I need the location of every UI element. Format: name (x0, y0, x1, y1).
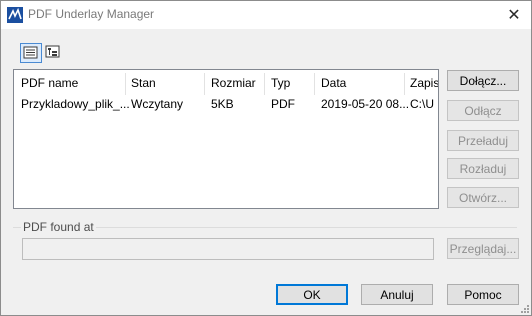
column-header-name[interactable]: PDF name (21, 76, 78, 90)
cell-size: 5KB (211, 97, 234, 111)
detach-button[interactable]: Odłącz (447, 100, 519, 121)
table-row[interactable]: Przykladowy_plik_... Wczytany 5KB PDF 20… (14, 94, 438, 114)
help-button[interactable]: Pomoc (447, 284, 519, 305)
cell-date: 2019-05-20 08... (321, 97, 410, 111)
found-at-field (22, 238, 434, 260)
column-header-status[interactable]: Stan (131, 76, 156, 90)
column-header-saved-path[interactable]: Zapis (410, 76, 438, 90)
cell-saved-path: C:\U (410, 97, 434, 111)
title-bar: PDF Underlay Manager ✕ (1, 1, 531, 29)
column-header-row: PDF name Stan Rozmiar Typ Data Zapis (14, 73, 438, 95)
tree-view-icon (45, 45, 60, 58)
list-view-icon (23, 46, 38, 59)
app-icon (7, 7, 23, 23)
column-header-type[interactable]: Typ (271, 76, 290, 90)
cell-name: Przykladowy_plik_... (21, 97, 130, 111)
browse-button[interactable]: Przeglądaj... (447, 238, 519, 259)
resize-grip-icon[interactable] (519, 303, 529, 313)
cell-status: Wczytany (131, 97, 184, 111)
cell-type: PDF (271, 97, 295, 111)
close-icon[interactable]: ✕ (503, 5, 525, 25)
reload-button[interactable]: Przeładuj (447, 130, 519, 151)
column-header-size[interactable]: Rozmiar (211, 76, 256, 90)
found-at-label: PDF found at (21, 220, 96, 234)
window-title: PDF Underlay Manager (28, 7, 155, 21)
cancel-button[interactable]: Anuluj (361, 284, 433, 305)
unload-button[interactable]: Rozładuj (447, 158, 519, 179)
open-button[interactable]: Otwórz... (447, 187, 519, 208)
attach-button[interactable]: Dołącz... (447, 70, 519, 91)
tree-view-button[interactable] (43, 43, 63, 61)
ok-button[interactable]: OK (276, 284, 348, 305)
column-header-date[interactable]: Data (321, 76, 346, 90)
pdf-underlay-manager-dialog: PDF Underlay Manager ✕ PDF name Stan Roz… (0, 0, 532, 316)
list-view-button[interactable] (20, 43, 42, 63)
pdf-list[interactable]: PDF name Stan Rozmiar Typ Data Zapis Prz… (13, 69, 439, 209)
